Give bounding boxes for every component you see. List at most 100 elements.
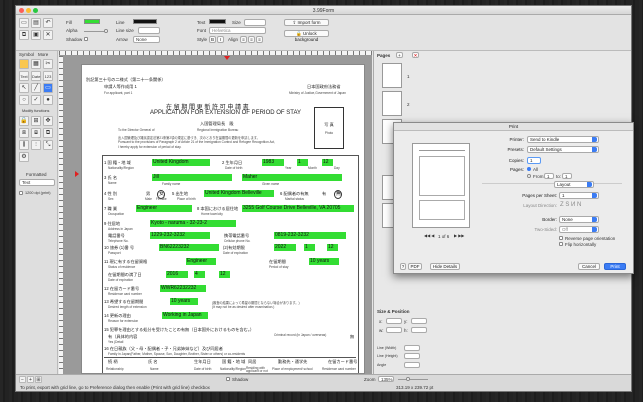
delete-icon[interactable]: ✕ bbox=[43, 30, 53, 40]
alpha-slider[interactable] bbox=[84, 29, 108, 33]
line-size-select[interactable] bbox=[138, 27, 160, 34]
page-thumb-2[interactable] bbox=[382, 91, 402, 116]
date-tool[interactable]: Date bbox=[31, 71, 41, 81]
zoom-in-icon[interactable]: + bbox=[27, 376, 34, 383]
dob-year-field[interactable]: 1983 bbox=[262, 159, 284, 166]
pages-range-radio[interactable] bbox=[527, 174, 531, 178]
marital-married-option[interactable]: 有 bbox=[322, 191, 326, 197]
fill-color-swatch[interactable] bbox=[84, 19, 100, 24]
family-name-field[interactable]: Jill bbox=[152, 174, 232, 181]
layout-select[interactable]: Layout bbox=[554, 181, 594, 188]
expiry-month-field[interactable]: 1 bbox=[304, 244, 315, 251]
new-document-icon[interactable]: ▭ bbox=[19, 18, 29, 28]
number-tool[interactable]: 123 bbox=[43, 71, 53, 81]
scissors-icon[interactable]: ✂ bbox=[43, 59, 53, 69]
angle-input[interactable] bbox=[404, 362, 420, 368]
cellphone-field[interactable]: 0819-232-3232 bbox=[274, 232, 346, 239]
delete-page-button[interactable]: ✕ bbox=[412, 52, 419, 58]
grid-icon[interactable]: ⊞ bbox=[35, 376, 42, 383]
pob-field[interactable]: United Kingdom Belleville bbox=[204, 190, 274, 197]
zoom-out-icon[interactable]: − bbox=[19, 376, 26, 383]
status-field[interactable]: Engineer bbox=[186, 258, 216, 265]
line-color-swatch[interactable] bbox=[133, 19, 157, 24]
send-back-icon[interactable]: ⧇ bbox=[31, 128, 41, 138]
criminal-no-option[interactable]: 無 bbox=[350, 334, 354, 340]
italic-button[interactable]: I bbox=[217, 36, 224, 43]
y-input[interactable] bbox=[411, 318, 427, 324]
ellipse-tool-icon[interactable]: ○ bbox=[19, 95, 29, 105]
dpi-checkbox[interactable] bbox=[19, 191, 23, 195]
dob-month-field[interactable]: 1 bbox=[297, 159, 308, 166]
telephone-field[interactable]: 1229-232-3232 bbox=[150, 232, 210, 239]
copy-icon[interactable]: ⧉ bbox=[19, 30, 29, 40]
expiry-year-field[interactable]: 2022 bbox=[274, 244, 296, 251]
unlock-background-button[interactable]: 🔒 Unlock background bbox=[284, 30, 329, 42]
align-center-button[interactable]: ≡ bbox=[248, 36, 255, 43]
print-preview-icons[interactable]: ◀◀ ◀ bbox=[424, 233, 434, 238]
ruler-marker-v-icon[interactable] bbox=[75, 171, 79, 177]
align-left-button[interactable]: ≡ bbox=[240, 36, 247, 43]
move-icon[interactable]: ✥ bbox=[43, 116, 53, 126]
font-size-select[interactable] bbox=[244, 19, 266, 26]
circle-tool-icon[interactable]: ● bbox=[43, 95, 53, 105]
line-width-input[interactable] bbox=[404, 345, 420, 351]
copies-input[interactable]: 1 bbox=[527, 157, 541, 164]
reason-field[interactable]: Working in Japan bbox=[162, 312, 208, 319]
lock-tool-icon[interactable]: 🔒 bbox=[19, 116, 29, 126]
reverse-orientation-checkbox[interactable] bbox=[559, 236, 563, 240]
h-input[interactable] bbox=[411, 327, 427, 333]
print-button[interactable]: Print bbox=[604, 263, 626, 270]
ruler-marker-icon[interactable] bbox=[224, 56, 230, 60]
w-input[interactable] bbox=[386, 327, 402, 333]
address-field[interactable]: Kyoto - naruma - 32-23-2 bbox=[150, 220, 236, 227]
document-canvas[interactable]: 別記第三十号の二様式（第二十一条関係） 申請人等作成用 1 For applic… bbox=[59, 51, 372, 374]
zoom-slider[interactable] bbox=[398, 377, 428, 381]
help-button[interactable]: ? bbox=[400, 263, 406, 270]
format-select[interactable]: Text bbox=[19, 179, 55, 186]
expdate-month-field[interactable]: 4 bbox=[194, 271, 205, 278]
cancel-button[interactable]: Cancel bbox=[578, 263, 600, 270]
pointer-icon[interactable]: ↖ bbox=[19, 83, 29, 93]
resize-icon[interactable]: ⤡ bbox=[43, 140, 53, 150]
print-next-icons[interactable]: ▶ ▶▶ bbox=[454, 233, 464, 238]
bring-front-icon[interactable]: ⧈ bbox=[19, 128, 29, 138]
desired-field[interactable]: 10 years bbox=[170, 298, 198, 305]
pages-all-radio[interactable] bbox=[527, 167, 531, 171]
x-input[interactable] bbox=[386, 318, 402, 324]
expiry-day-field[interactable]: 12 bbox=[327, 244, 338, 251]
text-color-swatch[interactable] bbox=[209, 19, 226, 24]
printer-select[interactable]: Send to Kindle bbox=[527, 136, 599, 143]
form-page[interactable]: 別記第三十号の二様式（第二十一条関係） 申請人等作成用 1 For applic… bbox=[81, 64, 365, 374]
undo-icon[interactable]: ↶ bbox=[43, 18, 53, 28]
flip-horizontal-checkbox[interactable] bbox=[559, 242, 563, 246]
marital-single-option[interactable]: 無 bbox=[334, 190, 342, 199]
duplicate-icon[interactable]: ⧉ bbox=[43, 128, 53, 138]
rectangle-tool-icon[interactable]: ▭ bbox=[43, 83, 53, 93]
period-field[interactable]: 10 years bbox=[309, 258, 339, 265]
line-height-input[interactable] bbox=[404, 353, 420, 359]
card-field[interactable]: WWR62232232 bbox=[160, 285, 206, 292]
layout-direction-icons[interactable]: Z S И N bbox=[560, 202, 581, 208]
zoom-select[interactable]: 135% bbox=[378, 376, 394, 382]
dob-day-field[interactable]: 12 bbox=[322, 159, 333, 166]
settings-gear-icon[interactable]: ⚙ bbox=[19, 152, 29, 162]
line-tool-icon[interactable]: ╱ bbox=[31, 83, 41, 93]
paste-icon[interactable]: ▣ bbox=[31, 30, 41, 40]
shadow-status-checkbox[interactable] bbox=[226, 377, 230, 381]
presets-select[interactable]: Default Settings bbox=[527, 146, 599, 153]
twosided-select[interactable]: Off bbox=[559, 226, 599, 233]
occupation-field[interactable]: Engineer bbox=[136, 205, 192, 212]
nationality-field[interactable]: United Kingdom bbox=[152, 159, 210, 166]
arrow-select[interactable]: None bbox=[133, 36, 160, 43]
passport-field[interactable]: BN62223232 bbox=[159, 244, 219, 251]
align-objects-icon[interactable]: ⫼ bbox=[19, 140, 29, 150]
from-input[interactable]: 1 bbox=[544, 173, 554, 179]
border-select[interactable]: None bbox=[559, 216, 599, 223]
font-select[interactable]: Helvetica bbox=[209, 27, 266, 34]
shadow-checkbox[interactable] bbox=[84, 37, 88, 41]
checkmark-tool-icon[interactable]: ✓ bbox=[31, 95, 41, 105]
page-thumb-1[interactable] bbox=[382, 63, 402, 88]
hide-details-button[interactable]: Hide Details bbox=[430, 263, 460, 270]
bold-button[interactable]: B bbox=[209, 36, 216, 43]
expdate-year-field[interactable]: 2016 bbox=[166, 271, 188, 278]
